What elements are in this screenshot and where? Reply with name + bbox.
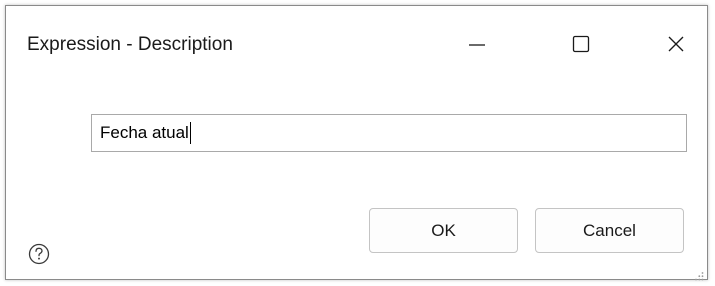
description-input-value: Fecha atual xyxy=(100,123,189,142)
expression-dialog: Expression - Description Fecha atual OK … xyxy=(5,5,708,281)
ok-button[interactable]: OK xyxy=(369,208,518,253)
description-input[interactable]: Fecha atual xyxy=(91,114,687,152)
maximize-button[interactable] xyxy=(559,24,603,64)
resize-grip[interactable] xyxy=(694,268,704,281)
maximize-icon xyxy=(572,35,590,53)
close-button[interactable] xyxy=(654,24,698,64)
text-caret xyxy=(189,122,191,144)
help-icon xyxy=(28,243,50,265)
minimize-button[interactable] xyxy=(455,24,499,64)
close-icon xyxy=(668,36,684,52)
cancel-button[interactable]: Cancel xyxy=(535,208,684,253)
window-title: Expression - Description xyxy=(27,34,233,55)
help-button[interactable] xyxy=(28,243,50,265)
minimize-icon xyxy=(469,44,485,46)
resize-grip-icon xyxy=(695,272,704,281)
